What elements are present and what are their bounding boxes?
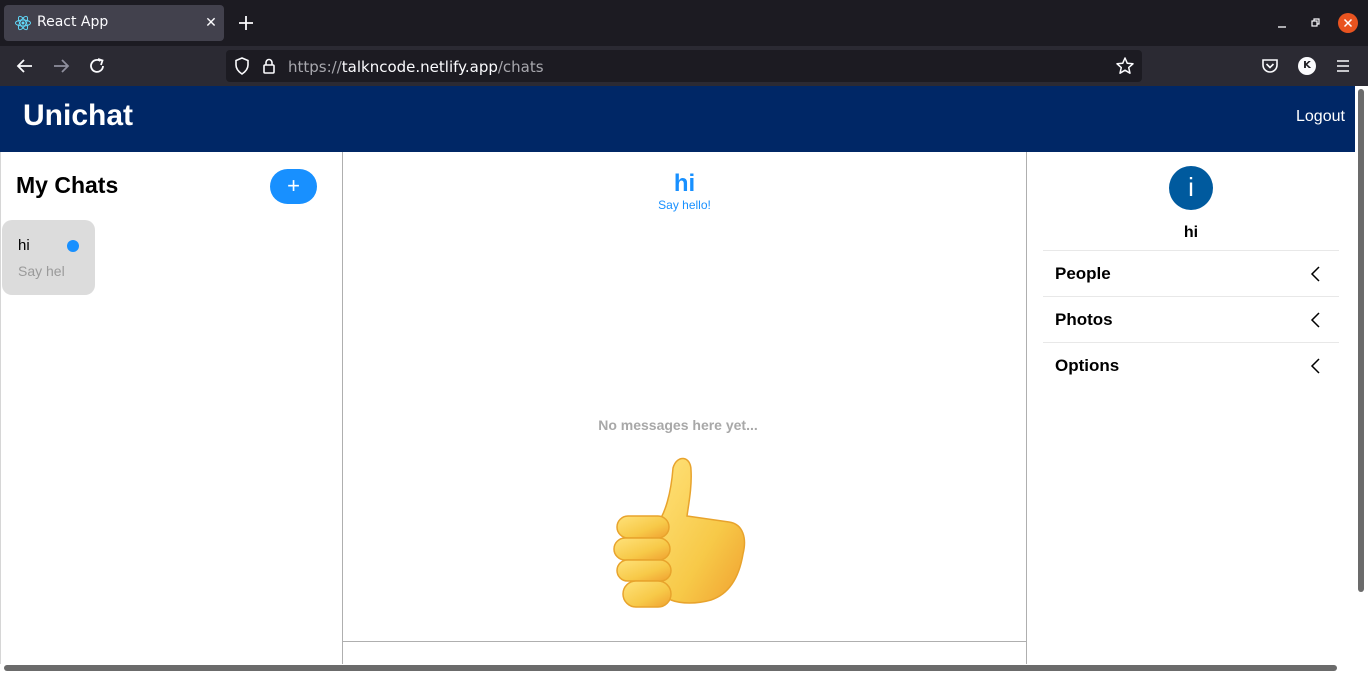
url-scheme: https:// [288,58,342,76]
minimize-icon[interactable] [1271,12,1293,34]
chat-avatar: i [1169,166,1213,210]
chat-title: hi [673,170,696,197]
url-path: /chats [497,58,544,76]
bookmark-star-icon[interactable] [1114,55,1136,77]
menu-icon[interactable] [1332,55,1354,77]
address-bar[interactable]: https://talkncode.netlify.app/chats [226,50,1142,82]
account-avatar[interactable]: K [1298,57,1316,75]
chat-name: hi [1183,224,1199,241]
chat-feed: hi Say hello! No messages here yet... [342,152,1027,664]
section-label: Photos [1055,310,1113,329]
section-photos[interactable]: Photos [1043,296,1339,342]
section-label: People [1055,264,1111,283]
reload-icon[interactable] [86,55,108,77]
message-input[interactable] [343,641,1026,664]
browser-tab[interactable]: React App ✕ [4,5,224,41]
empty-state-text: No messages here yet... [598,417,758,433]
vertical-scrollbar[interactable] [1355,86,1368,664]
window-close-icon[interactable] [1338,13,1358,33]
url-domain: talkncode.netlify.app [341,58,498,76]
app-navbar: Unichat Logout [0,86,1355,152]
app-brand: Unichat [23,99,134,132]
thumbs-up-icon [613,457,746,608]
back-icon[interactable] [14,55,36,77]
chat-subtitle: Say hello! [658,198,711,212]
unread-dot-icon [67,240,79,252]
lock-icon[interactable] [258,55,280,77]
chevron-left-icon [1310,266,1320,282]
section-options[interactable]: Options [1043,342,1339,388]
chat-settings-panel: i hi People Photos Options [1027,152,1355,664]
horizontal-scrollbar[interactable] [0,664,1368,675]
tab-close-icon[interactable]: ✕ [201,13,221,33]
new-tab-icon[interactable] [236,13,256,33]
tab-title: React App [37,14,109,30]
page: Unichat Logout My Chats + hi Say hel hi … [0,86,1355,664]
horizontal-scrollbar-thumb[interactable] [4,665,1337,671]
shield-icon[interactable] [231,55,253,77]
new-chat-button[interactable]: + [270,169,317,204]
vertical-scrollbar-thumb[interactable] [1358,89,1364,592]
browser-tabbar: React App ✕ [0,0,1368,46]
chevron-left-icon [1310,312,1320,328]
forward-icon[interactable] [50,55,72,77]
chat-list-title: My Chats [16,172,119,198]
url-text: https://talkncode.netlify.app/chats [288,58,544,76]
chat-card-subtitle: Say hel [18,263,65,279]
logout-button[interactable]: Logout [1296,108,1345,126]
chat-card-title: hi [18,237,30,254]
pocket-icon[interactable] [1259,55,1281,77]
browser-toolbar: https://talkncode.netlify.app/chats K [0,46,1368,86]
chat-list-panel: My Chats + hi Say hel [0,152,343,664]
section-people[interactable]: People [1043,250,1339,296]
restore-icon[interactable] [1304,12,1326,34]
chevron-left-icon [1310,358,1320,374]
chat-card[interactable]: hi Say hel [2,220,95,295]
react-logo-icon [15,15,31,31]
section-label: Options [1055,356,1120,375]
